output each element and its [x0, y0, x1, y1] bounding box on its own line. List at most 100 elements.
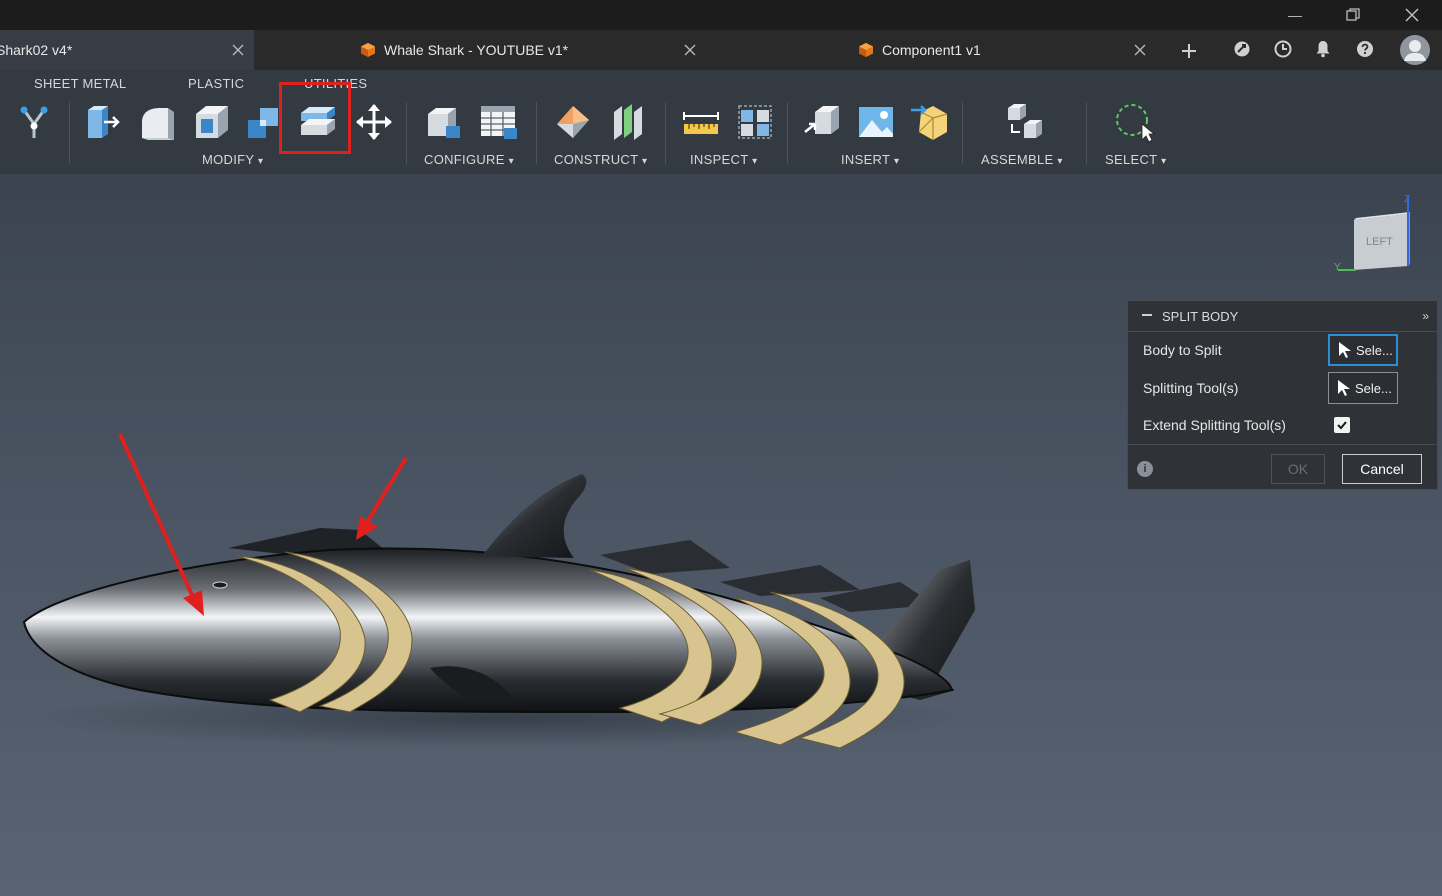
- cancel-button[interactable]: Cancel: [1342, 454, 1422, 484]
- measure-icon[interactable]: [679, 98, 723, 146]
- chevron-down-icon: ▾: [642, 156, 648, 167]
- fillet-icon[interactable]: [136, 98, 180, 146]
- construct-menu[interactable]: CONSTRUCT ▾: [554, 152, 647, 167]
- separator: [962, 102, 963, 164]
- insert-mesh-icon[interactable]: [909, 98, 953, 146]
- minimize-icon[interactable]: —: [1272, 0, 1318, 30]
- help-icon[interactable]: [1354, 38, 1376, 60]
- job-status-icon[interactable]: [1272, 38, 1294, 60]
- select-button-text: Sele...: [1356, 342, 1393, 358]
- cursor-arrow-icon: [1338, 380, 1350, 396]
- modify-menu[interactable]: MODIFY ▾: [202, 152, 263, 167]
- new-component-icon[interactable]: [1002, 98, 1046, 146]
- ribbon-toolbar: SHEET METAL PLASTIC UTILITIES MODIFY ▾ C…: [0, 70, 1442, 174]
- assemble-menu[interactable]: ASSEMBLE ▾: [981, 152, 1063, 167]
- tab-label: Shark02 v4*: [0, 42, 73, 58]
- select-icon[interactable]: [1112, 98, 1156, 146]
- cursor-arrow-icon: [1339, 342, 1351, 358]
- dialog-title: SPLIT BODY: [1162, 308, 1239, 324]
- chevron-down-icon: ▾: [1161, 156, 1167, 167]
- new-tab-plus-icon[interactable]: [1178, 40, 1200, 62]
- tab-close-icon[interactable]: [1134, 30, 1146, 70]
- shark-fin: [720, 565, 860, 596]
- expand-double-arrow-icon[interactable]: »: [1422, 309, 1429, 323]
- select-label: SELECT: [1105, 152, 1158, 167]
- chevron-down-icon: ▾: [1057, 156, 1063, 167]
- tab-label: Component1 v1: [882, 42, 981, 58]
- splitting-tool-select-button[interactable]: Sele...: [1328, 372, 1398, 404]
- tab-close-icon[interactable]: [684, 30, 696, 70]
- separator: [406, 102, 407, 164]
- modify-label: MODIFY: [202, 152, 255, 167]
- shark-eye: [212, 581, 228, 589]
- tab-shark02[interactable]: Shark02 v4*: [0, 30, 254, 70]
- axis-y-label: Y: [1334, 262, 1341, 273]
- tab-whale-shark[interactable]: Whale Shark - YOUTUBE v1*: [360, 30, 568, 70]
- insert-derive-icon[interactable]: [801, 98, 845, 146]
- shark-dorsal-fin: [482, 474, 587, 558]
- chevron-down-icon: ▾: [893, 156, 900, 167]
- restore-icon[interactable]: [1330, 0, 1376, 30]
- tab-sheet-metal[interactable]: SHEET METAL: [34, 76, 126, 91]
- move-copy-icon[interactable]: [352, 98, 396, 146]
- close-icon[interactable]: [1389, 0, 1435, 30]
- collapse-icon[interactable]: [1142, 314, 1152, 316]
- construct-label: CONSTRUCT: [554, 152, 639, 167]
- notifications-bell-icon[interactable]: [1312, 38, 1334, 60]
- select-menu[interactable]: SELECT ▾: [1105, 152, 1166, 167]
- component-icon: [361, 43, 375, 57]
- separator: [536, 102, 537, 164]
- inspect-menu[interactable]: INSPECT ▾: [690, 152, 757, 167]
- interference-icon[interactable]: [733, 98, 777, 146]
- shark-model-canvas: [20, 433, 980, 749]
- tab-component1[interactable]: Component1 v1: [858, 30, 981, 70]
- chevron-down-icon: ▾: [508, 156, 514, 167]
- splitting-tools-label: Splitting Tool(s): [1143, 380, 1239, 396]
- extend-splitting-tools-label: Extend Splitting Tool(s): [1143, 417, 1286, 433]
- extend-splitting-tools-checkbox[interactable]: [1334, 417, 1350, 433]
- viewcube-face-label: LEFT: [1366, 236, 1393, 248]
- chevron-down-icon: ▾: [258, 156, 264, 167]
- press-pull-icon[interactable]: [80, 98, 124, 146]
- title-bar: —: [0, 0, 1442, 30]
- canvas-image-icon[interactable]: [854, 98, 898, 146]
- info-icon[interactable]: i: [1137, 461, 1153, 477]
- component-icon: [859, 43, 873, 57]
- configure-menu[interactable]: CONFIGURE ▾: [424, 152, 514, 167]
- 3d-viewport[interactable]: LEFT Y Z: [0, 174, 1442, 896]
- assemble-label: ASSEMBLE: [981, 152, 1054, 167]
- inspect-label: INSPECT: [690, 152, 749, 167]
- dialog-header: SPLIT BODY »: [1128, 301, 1437, 332]
- midplane-icon[interactable]: [606, 98, 650, 146]
- extensions-icon[interactable]: [1231, 38, 1253, 60]
- insert-menu[interactable]: INSERT ▾: [841, 152, 899, 167]
- split-body-dialog: SPLIT BODY » Body to Split Sele... Split…: [1127, 300, 1438, 490]
- select-button-text: Sele...: [1355, 380, 1392, 396]
- configure-label: CONFIGURE: [424, 152, 505, 167]
- chevron-down-icon: ▾: [752, 156, 758, 167]
- viewcube[interactable]: LEFT Y Z: [1330, 194, 1420, 284]
- axis-z-label: Z: [1404, 194, 1411, 205]
- tab-label: Whale Shark - YOUTUBE v1*: [384, 42, 569, 58]
- separator: [787, 102, 788, 164]
- separator: [1086, 102, 1087, 164]
- shark-fin: [600, 540, 730, 574]
- body-to-split-select-button[interactable]: Sele...: [1328, 334, 1398, 366]
- insert-label: INSERT: [841, 152, 891, 167]
- offset-plane-icon[interactable]: [551, 98, 595, 146]
- separator: [69, 102, 70, 164]
- configure-model-icon[interactable]: [422, 98, 466, 146]
- separator: [665, 102, 666, 164]
- checkmark-icon: [1337, 421, 1347, 430]
- tab-plastic[interactable]: PLASTIC: [188, 76, 244, 91]
- fillet-tree-icon[interactable]: [12, 98, 56, 146]
- ok-button[interactable]: OK: [1271, 454, 1325, 484]
- document-tab-bar: Shark02 v4* Whale Shark - YOUTUBE v1* Co…: [0, 30, 1442, 70]
- shell-icon[interactable]: [190, 98, 234, 146]
- configuration-table-icon[interactable]: [477, 98, 521, 146]
- tab-close-icon[interactable]: [232, 30, 244, 70]
- split-body-highlight-box: [279, 82, 351, 154]
- user-avatar[interactable]: [1399, 34, 1431, 66]
- dialog-footer-divider: [1128, 444, 1437, 445]
- body-to-split-label: Body to Split: [1143, 342, 1222, 358]
